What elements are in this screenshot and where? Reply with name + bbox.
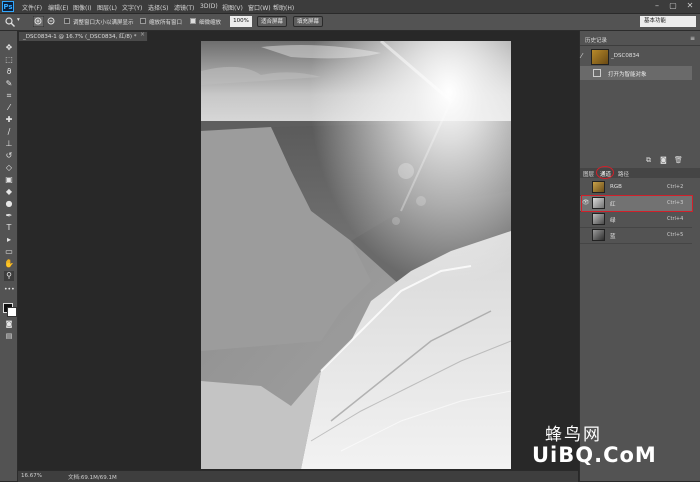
menu-view[interactable]: 视图(V) [222,3,243,12]
shape-tool-icon[interactable]: ▭ [4,247,14,257]
menu-layer[interactable]: 图层(L) [97,3,117,12]
crop-tool-icon[interactable]: ⌗ [4,91,14,101]
zoom-tool-icon[interactable]: ⚲ [4,271,14,281]
red-channel-highlight-box [581,195,693,212]
quick-mask-icon[interactable]: ◙ [4,319,14,329]
delete-icon[interactable]: 🗑 [674,156,683,164]
document-size-text: 文档:69.1M/69.1M [68,475,117,481]
eraser-tool-icon[interactable]: ◇ [4,163,14,173]
history-panel-title[interactable]: 历史记录 [585,36,607,44]
tab-paths[interactable]: 路径 [618,170,629,178]
dodge-tool-icon[interactable]: ● [4,199,14,209]
channel-thumbnail [592,213,605,225]
lasso-tool-icon[interactable]: ϑ [4,67,14,77]
menu-3d[interactable]: 3D(D) [200,3,218,10]
snapshot-label: _DSC0834 [611,53,640,59]
snapshot-thumbnail [591,49,609,65]
zoom-in-icon[interactable] [33,16,44,27]
zoom-all-checkbox[interactable] [140,18,146,24]
more-tools-icon[interactable]: ••• [4,285,15,295]
menu-type[interactable]: 文字(Y) [122,3,142,12]
maximize-icon[interactable]: ▢ [666,1,680,11]
background-color-swatch[interactable] [7,307,17,317]
gradient-tool-icon[interactable]: ▣ [4,175,14,185]
menu-image[interactable]: 图像(I) [73,3,91,12]
history-step-icon [593,69,601,77]
eyedropper-tool-icon[interactable]: ⁄ [4,103,14,113]
workspace-select[interactable]: 基本功能 [640,16,696,27]
resize-windows-label: 调整窗口大小以满屏显示 [73,20,134,26]
toolbar: ✥ ⬚ ϑ ✎ ⌗ ⁄ ✚ ∕ ⊥ ↺ ◇ ▣ ◆ ● ✒ T ▸ ▭ ✋ ⚲ … [0,31,18,481]
quick-select-tool-icon[interactable]: ✎ [4,79,14,89]
blur-tool-icon[interactable]: ◆ [4,187,14,197]
channel-row-rgb[interactable]: RGB Ctrl+2 [580,180,692,196]
zoom-tool-icon[interactable] [5,17,15,27]
scrubby-zoom-checkbox[interactable] [190,18,196,24]
history-step-label: 打开为智能对象 [608,72,647,78]
pen-tool-icon[interactable]: ✒ [4,211,14,221]
hand-tool-icon[interactable]: ✋ [4,259,14,269]
menu-select[interactable]: 选择(S) [148,3,169,12]
canyon-photo [201,41,511,469]
document-tab[interactable]: _DSC0834-1 @ 16.7% (_DSC0834, 红/8) * [18,31,148,41]
snapshot-camera-icon[interactable]: ◙ [660,156,667,164]
clone-stamp-tool-icon[interactable]: ⊥ [4,139,14,149]
channel-shortcut: Ctrl+2 [667,184,684,190]
screen-mode-icon[interactable]: ▤ [4,331,14,341]
channel-row-green[interactable]: 绿 Ctrl+4 [580,212,692,228]
history-brush-source-icon: ⁄ [581,52,583,60]
channel-thumbnail [592,181,605,193]
scrubby-zoom-label: 细微缩放 [199,20,222,26]
menu-bar: Ps 文件(F) 编辑(E) 图像(I) 图层(L) 文字(Y) 选择(S) 滤… [0,0,700,14]
history-step-row[interactable]: 打开为智能对象 [580,66,692,80]
menu-file[interactable]: 文件(F) [22,3,42,12]
photoshop-logo: Ps [2,1,14,12]
document-tab-title: _DSC0834-1 @ 16.7% (_DSC0834, 红/8) * [23,34,137,40]
tool-preset-chevron-icon[interactable]: ▾ [17,17,20,23]
panel-menu-icon[interactable]: ≡ [690,35,695,42]
healing-brush-tool-icon[interactable]: ✚ [4,115,14,125]
tab-close-icon[interactable]: × [140,31,145,38]
document-canvas-image[interactable] [201,41,511,469]
menu-edit[interactable]: 编辑(E) [48,3,68,12]
channel-label: 蓝 [610,234,616,240]
right-panel: 历史记录 ≡ [579,31,700,481]
fit-screen-button[interactable]: 适合屏幕 [257,16,287,27]
menu-window[interactable]: 窗口(W) [248,3,271,12]
options-bar: ▾ 调整窗口大小以满屏显示 缩放所有窗口 细微缩放 100% 适合屏幕 填充屏幕… [0,14,700,31]
menu-filter[interactable]: 滤镜(T) [174,3,194,12]
zoom-level-text[interactable]: 16.67% [21,473,42,479]
channel-label: 绿 [610,218,616,224]
path-select-tool-icon[interactable]: ▸ [4,235,14,245]
zoom-all-label: 缩放所有窗口 [149,20,183,26]
zoom-out-icon[interactable] [46,16,57,27]
close-window-icon[interactable]: ✕ [683,1,697,11]
channel-thumbnail [592,229,605,241]
tab-highlight-circle [596,166,614,179]
minimize-icon[interactable]: – [650,1,664,11]
move-tool-icon[interactable]: ✥ [4,43,14,53]
watermark-cn-text: 蜂鸟网 [545,425,602,445]
type-tool-icon[interactable]: T [4,223,14,233]
channel-label: RGB [610,184,622,190]
status-bar: 16.67% 文档:69.1M/69.1M [18,470,578,482]
marquee-tool-icon[interactable]: ⬚ [4,55,14,65]
tab-layers[interactable]: 图层 [583,170,594,178]
history-snapshot-row[interactable]: ⁄ _DSC0834 [580,48,692,65]
channel-shortcut: Ctrl+5 [667,232,684,238]
resize-windows-checkbox[interactable] [64,18,70,24]
channel-row-blue[interactable]: 蓝 Ctrl+5 [580,228,692,244]
channel-shortcut: Ctrl+4 [667,216,684,222]
watermark-logo-text: UiBQ.CoM [532,443,657,467]
brush-tool-icon[interactable]: ∕ [4,127,14,137]
zoom-percent-field[interactable]: 100% [230,16,252,27]
history-brush-tool-icon[interactable]: ↺ [4,151,14,161]
new-document-from-state-icon[interactable]: ⧉ [646,156,651,165]
menu-help[interactable]: 帮助(H) [273,3,294,12]
fill-screen-button[interactable]: 填充屏幕 [293,16,323,27]
